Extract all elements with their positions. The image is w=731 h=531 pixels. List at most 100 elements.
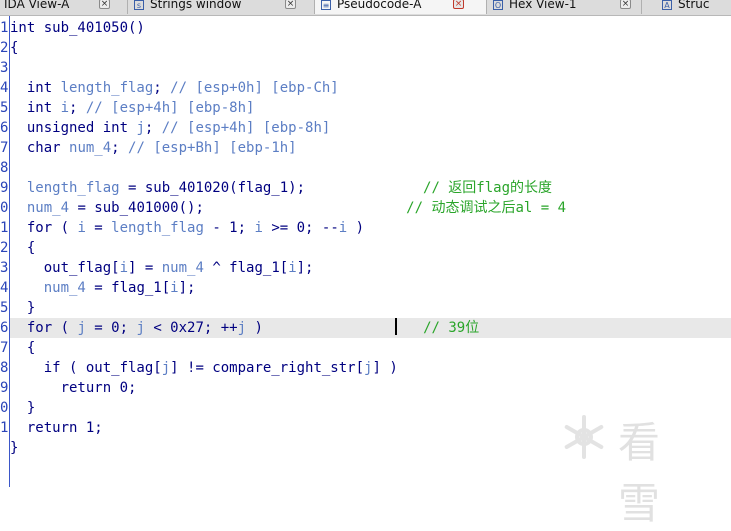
tab-hex-view-1[interactable]: O Hex View-1 × <box>487 0 642 14</box>
tab-label: Struc <box>678 0 710 11</box>
code-variable: num_4 <box>43 280 86 296</box>
code-line[interactable]: return 0; <box>10 378 731 398</box>
tab-label: Hex View-1 <box>509 0 577 11</box>
code-line[interactable]: length_flag = sub_401020(flag_1); // 返回f… <box>10 178 731 198</box>
code-variable: length_flag <box>111 220 204 236</box>
code-variable: // [esp+Bh] [ebp-1h] <box>128 140 297 156</box>
code-variable: // [esp+4h] [ebp-8h] <box>85 100 255 116</box>
code-token: = sub_401020(flag_1); <box>119 180 424 196</box>
code-variable: i <box>170 280 179 296</box>
code-line[interactable]: for ( i = length_flag - 1; i >= 0; --i ) <box>10 218 731 238</box>
tab-label: IDA View-A <box>4 0 70 11</box>
line-number: 1 <box>0 220 9 236</box>
code-token: int sub_401050() <box>10 20 145 36</box>
code-variable: j <box>136 320 145 336</box>
code-token: { <box>10 240 36 256</box>
line-number: 8 <box>0 360 9 376</box>
code-token: = sub_401000(); <box>69 200 407 216</box>
tab-pseudocode-a[interactable]: ≡ Pseudocode-A × <box>315 0 487 14</box>
code-line[interactable]: } <box>10 298 731 318</box>
tab-ida-view-a[interactable]: IDA View-A × <box>0 0 128 14</box>
code-line[interactable]: char num_4; // [esp+Bh] [ebp-1h] <box>10 138 731 158</box>
code-line[interactable]: if ( out_flag[j] != compare_right_str[j]… <box>10 358 731 378</box>
tab-bar: IDA View-A × s Strings window × ≡ Pseudoco… <box>0 0 731 16</box>
code-variable: j <box>136 120 145 136</box>
code-line[interactable]: num_4 = sub_401000(); // 动态调试之后al = 4 <box>10 198 731 218</box>
line-number: 1 <box>0 420 9 436</box>
code-token: { <box>10 40 19 56</box>
code-variable: num_4 <box>69 140 112 156</box>
code-line[interactable]: int length_flag; // [esp+0h] [ebp-Ch] <box>10 78 731 98</box>
code-token: ) <box>347 220 365 236</box>
code-token: int <box>10 100 61 116</box>
code-line[interactable]: num_4 = flag_1[i]; <box>10 278 731 298</box>
code-token: = 0; <box>85 320 137 336</box>
strings-icon: s <box>134 0 144 10</box>
code-line[interactable]: { <box>10 338 731 358</box>
code-token: out_flag[ <box>10 260 120 276</box>
code-line[interactable]: unsigned int j; // [esp+4h] [ebp-8h] <box>10 118 731 138</box>
tab-strings-window[interactable]: s Strings window × <box>128 0 315 14</box>
code-variable: i <box>119 260 129 276</box>
line-number: 5 <box>0 100 9 116</box>
code-variable: j <box>237 320 247 336</box>
code-token: = flag_1[ <box>85 280 171 296</box>
line-number: 2 <box>0 240 9 256</box>
code-token: } <box>10 440 19 456</box>
close-icon[interactable]: × <box>453 0 464 9</box>
line-number: 9 <box>0 380 9 396</box>
close-icon[interactable]: × <box>620 0 631 9</box>
tab-structures[interactable]: A Struc <box>656 0 731 14</box>
code-token: - 1; <box>203 220 255 236</box>
code-token: ; <box>153 80 171 96</box>
line-number: 2 <box>0 40 9 56</box>
code-token: for ( <box>10 220 78 236</box>
pseudocode-icon: ≡ <box>321 0 331 10</box>
text-cursor <box>395 318 397 335</box>
code-line[interactable]: out_flag[i] = num_4 ^ flag_1[i]; <box>10 258 731 278</box>
code-token: >= 0; -- <box>262 220 339 236</box>
code-token: ; <box>69 100 86 116</box>
code-token: } <box>10 400 36 416</box>
code-token: unsigned int <box>10 120 137 136</box>
close-icon[interactable]: × <box>285 0 296 9</box>
code-variable: // [esp+4h] [ebp-8h] <box>161 120 331 136</box>
tab-label: Strings window <box>150 0 242 11</box>
code-token: ]; <box>296 260 314 276</box>
line-number: 8 <box>0 160 9 176</box>
code-token: = <box>85 220 112 236</box>
code-variable: i <box>288 260 297 276</box>
code-line[interactable] <box>10 158 731 178</box>
close-icon[interactable]: × <box>99 0 110 9</box>
code-variable: num_4 <box>26 200 70 216</box>
code-variable: i <box>338 220 348 236</box>
code-line[interactable]: { <box>10 238 731 258</box>
code-variable: // [esp+0h] [ebp-Ch] <box>170 80 339 96</box>
code-line[interactable]: int sub_401050() <box>10 18 731 38</box>
line-number: 9 <box>0 180 9 196</box>
code-variable: length_flag <box>26 180 120 196</box>
line-number: 0 <box>0 400 9 416</box>
line-number: 3 <box>0 260 9 276</box>
hex-icon: O <box>493 0 503 10</box>
code-line[interactable] <box>10 58 731 78</box>
code-token: } <box>10 300 36 316</box>
line-number-gutter: 1 2 3 4 5 6 7 8 9 0 1 2 3 4 5 6 7 8 9 0 1 <box>0 16 10 487</box>
line-number: 0 <box>0 200 9 216</box>
code-token: char <box>10 140 70 156</box>
code-token: return 0; <box>10 380 137 396</box>
code-line[interactable]: int i; // [esp+4h] [ebp-8h] <box>10 98 731 118</box>
line-number: 4 <box>0 80 9 96</box>
code-comment: // 39位 <box>423 320 480 336</box>
code-line[interactable]: { <box>10 38 731 58</box>
tab-label: Pseudocode-A <box>337 0 422 11</box>
code-token: ] ) <box>372 360 398 376</box>
code-token: ]; <box>178 280 196 296</box>
code-comment: // 动态调试之后al = 4 <box>406 200 567 216</box>
code-comment: // 返回flag的长度 <box>423 180 553 196</box>
line-number: 3 <box>0 60 9 76</box>
line-number: 6 <box>0 320 9 336</box>
code-line[interactable]: for ( j = 0; j < 0x27; ++j ) // 39位 <box>10 318 731 338</box>
code-variable: j <box>77 320 86 336</box>
